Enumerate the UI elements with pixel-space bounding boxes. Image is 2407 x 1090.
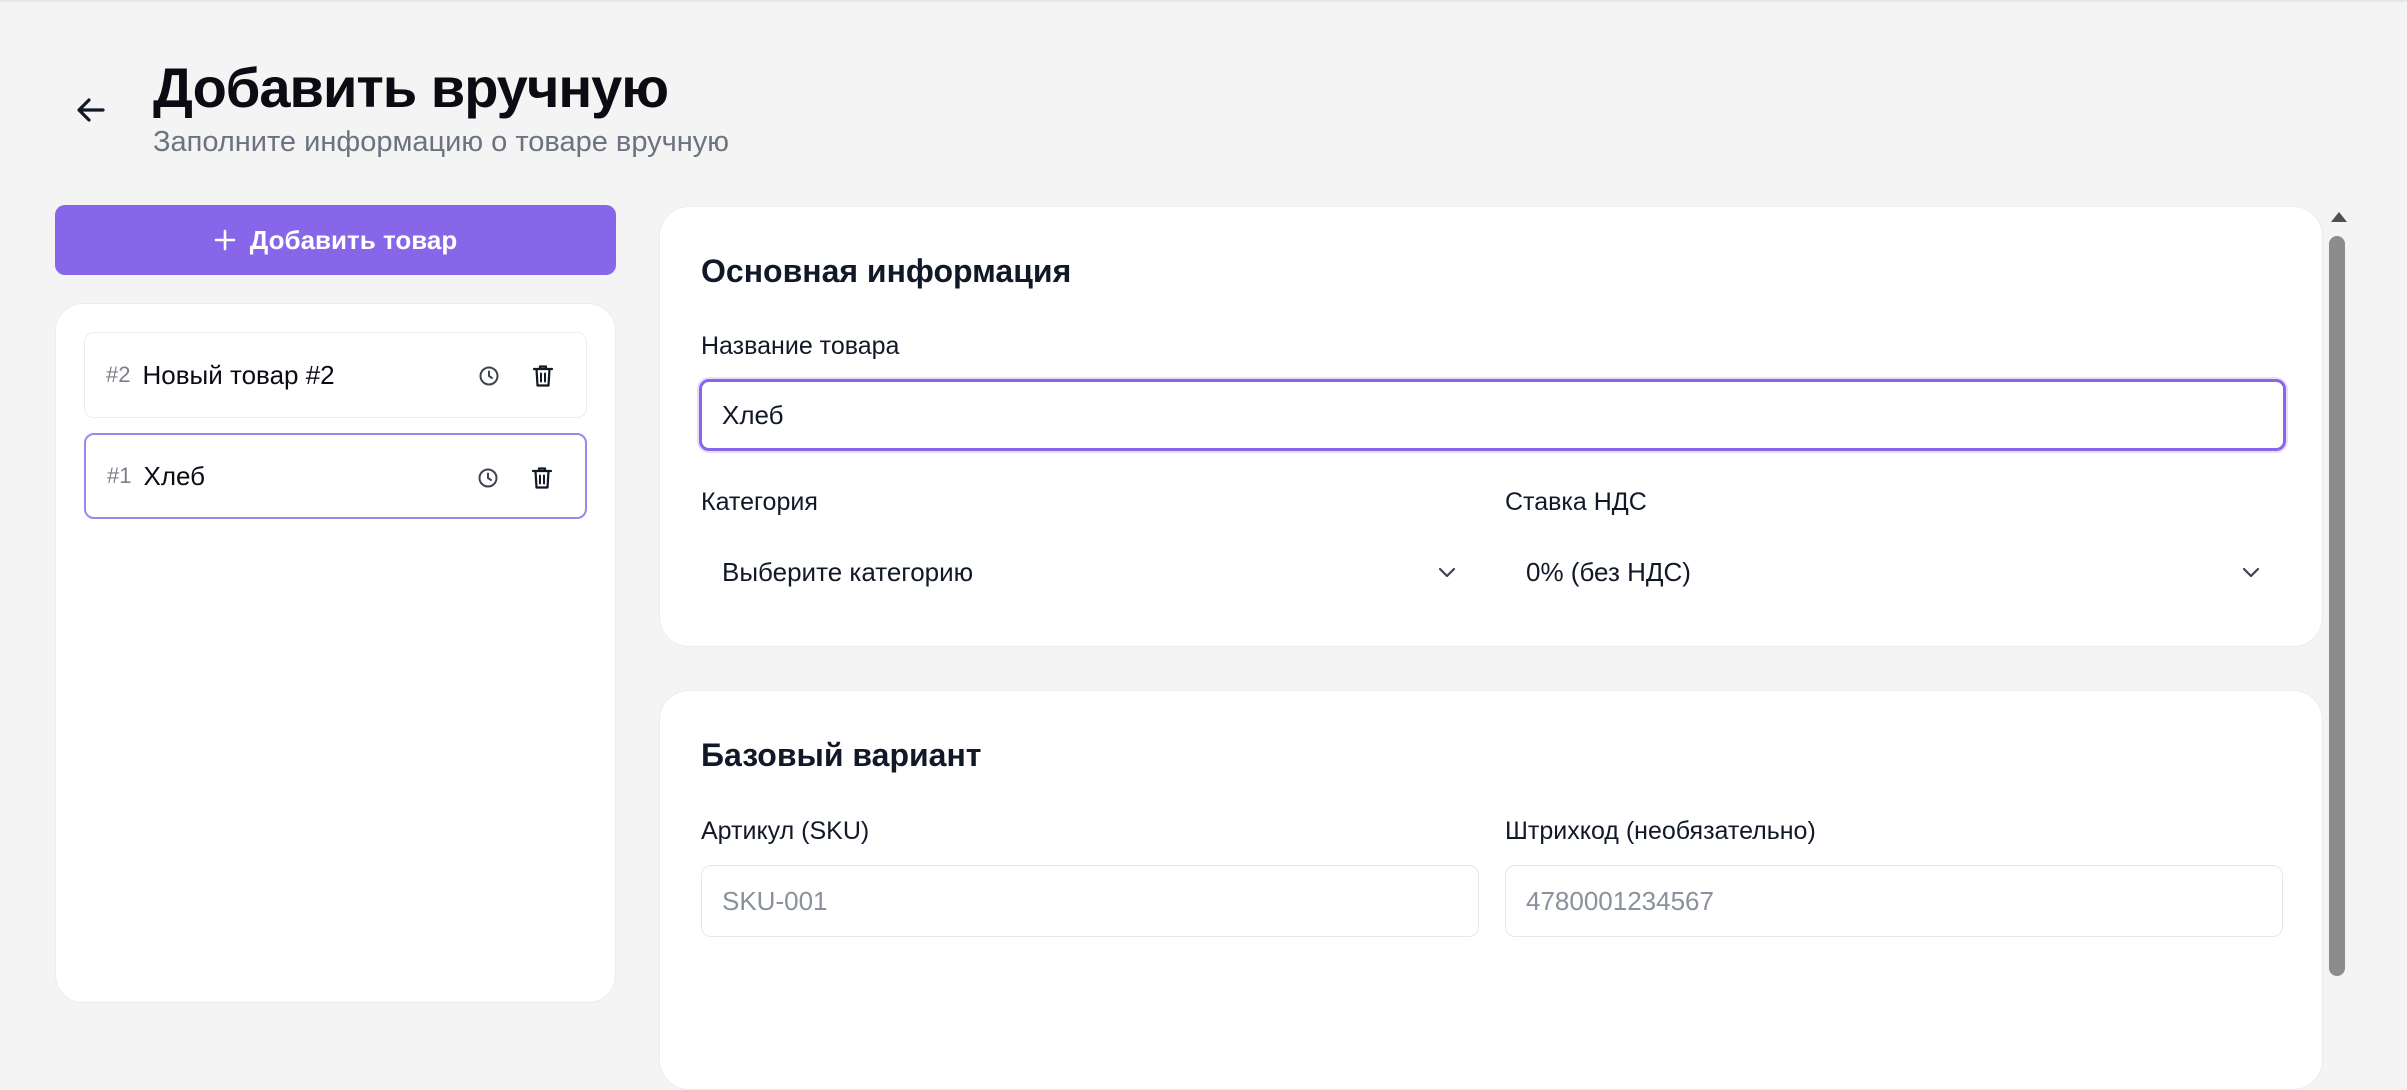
item-number: #2 xyxy=(106,362,131,387)
vat-label: Ставка НДС xyxy=(1505,488,1647,516)
barcode-input[interactable] xyxy=(1505,865,2283,937)
add-product-label: Добавить товар xyxy=(249,224,458,255)
product-list: #2 Новый товар #2 #1 Хлеб xyxy=(55,303,616,1003)
page-subtitle: Заполните информацию о товаре вручную xyxy=(153,126,730,158)
plus-icon xyxy=(214,229,236,251)
scrollbar-thumb[interactable] xyxy=(2329,236,2345,976)
trash-icon xyxy=(531,467,553,489)
sku-label: Артикул (SKU) xyxy=(701,817,870,845)
category-value: Выберите категорию xyxy=(722,556,974,587)
history-button[interactable] xyxy=(474,361,504,391)
product-name-input[interactable] xyxy=(699,379,2286,451)
chevron-down-icon xyxy=(1438,567,1456,578)
clock-icon xyxy=(478,468,498,488)
base-variant-title: Базовый вариант xyxy=(701,737,982,773)
clock-icon xyxy=(479,366,499,386)
sku-input[interactable] xyxy=(701,865,1479,937)
delete-button[interactable] xyxy=(527,463,557,493)
delete-button[interactable] xyxy=(528,361,558,391)
history-button[interactable] xyxy=(473,463,503,493)
vat-select[interactable]: 0% (без НДС) xyxy=(1505,536,2285,608)
vat-value: 0% (без НДС) xyxy=(1526,556,1691,587)
category-select[interactable]: Выберите категорию xyxy=(701,536,1481,608)
top-divider xyxy=(0,0,2407,2)
list-item-selected[interactable]: #1 Хлеб xyxy=(84,433,587,519)
back-button[interactable] xyxy=(70,92,112,128)
base-variant-card: Базовый вариант Артикул (SKU) Штрихкод (… xyxy=(659,690,2323,1090)
item-name: Новый товар #2 xyxy=(142,359,335,390)
page-title: Добавить вручную xyxy=(153,56,669,119)
arrow-left-icon xyxy=(77,98,105,122)
trash-icon xyxy=(532,365,554,387)
list-item[interactable]: #2 Новый товар #2 xyxy=(84,332,587,418)
main-info-card: Основная информация Название товара Кате… xyxy=(659,206,2323,647)
item-number: #1 xyxy=(107,463,132,488)
barcode-label: Штрихкод (необязательно) xyxy=(1505,817,1816,845)
scrollbar[interactable] xyxy=(2326,206,2350,976)
add-product-button[interactable]: Добавить товар xyxy=(55,205,616,275)
scroll-up-arrow[interactable] xyxy=(2331,212,2347,222)
product-name-label: Название товара xyxy=(701,332,900,360)
category-label: Категория xyxy=(701,488,818,516)
chevron-down-icon xyxy=(2242,567,2260,578)
item-name: Хлеб xyxy=(143,460,206,491)
main-info-title: Основная информация xyxy=(701,253,1072,289)
